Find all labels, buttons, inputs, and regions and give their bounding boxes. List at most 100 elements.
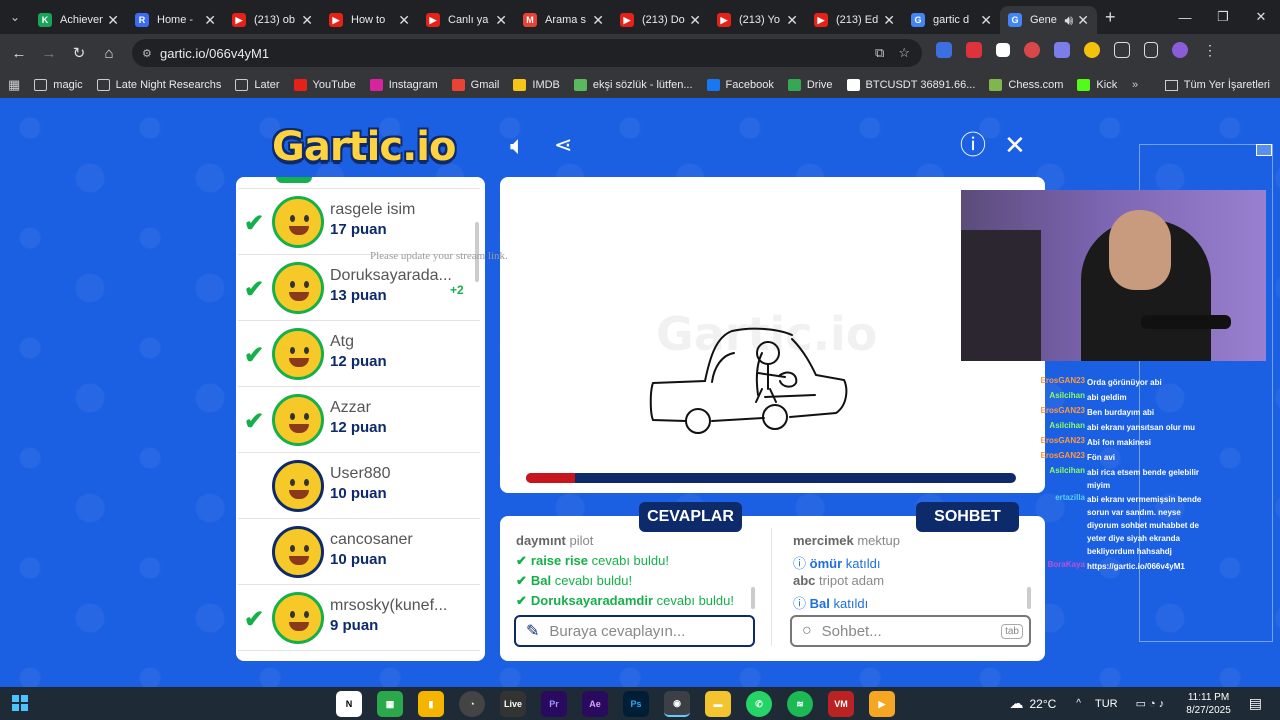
clock[interactable]: 11:11 PM 8/27/2025 bbox=[1186, 691, 1231, 717]
browser-menu-icon[interactable]: ⋮ bbox=[1202, 42, 1218, 58]
reload-button[interactable]: ↻ bbox=[64, 38, 94, 68]
browser-tab[interactable]: ▶ (213) Do ✕ bbox=[612, 6, 709, 34]
bookmark-item[interactable]: YouTube bbox=[293, 79, 356, 91]
browser-tab[interactable]: G Gene 🔊︎ ✕ bbox=[1000, 6, 1097, 34]
maximize-button[interactable]: ❐ bbox=[1204, 0, 1242, 34]
chat-input[interactable]: ○ Sohbet... tab bbox=[790, 615, 1031, 647]
more-bookmarks-icon[interactable]: » bbox=[1132, 79, 1138, 91]
forward-button[interactable]: → bbox=[34, 38, 64, 68]
bookmark-item[interactable]: magic bbox=[34, 79, 83, 91]
notion-extension-icon[interactable] bbox=[996, 43, 1010, 57]
language-indicator[interactable]: TUR bbox=[1095, 698, 1118, 710]
bookmark-item[interactable]: Kick bbox=[1077, 79, 1117, 91]
tab-close-icon[interactable]: ✕ bbox=[301, 12, 313, 29]
browser-tab[interactable]: K Achievements ✕ bbox=[30, 6, 127, 34]
chat-tab[interactable]: SOHBET bbox=[916, 502, 1019, 532]
tab-close-icon[interactable]: ✕ bbox=[883, 12, 895, 29]
file-explorer-icon[interactable]: ▬ bbox=[705, 691, 731, 717]
live-app-icon[interactable]: Live bbox=[500, 691, 526, 717]
install-app-icon[interactable]: ⧉ bbox=[875, 45, 884, 61]
tab-close-icon[interactable]: ✕ bbox=[398, 12, 410, 29]
browser-tab[interactable]: R Home - ✕ bbox=[127, 6, 224, 34]
bookmark-item[interactable]: BTCUSDT 36891.66... bbox=[846, 79, 975, 91]
browser-tab[interactable]: Ggartic d ✕ bbox=[903, 6, 1000, 34]
info-icon[interactable]: ⓘ bbox=[960, 132, 986, 158]
tab-close-icon[interactable]: ✕ bbox=[592, 12, 604, 29]
browser-tab[interactable]: ▶ (213) ob ✕ bbox=[224, 6, 321, 34]
address-bar[interactable]: ⚙ gartic.io/066v4yM1 ⧉ ☆ bbox=[132, 39, 922, 67]
apps-grid-icon[interactable]: ▦ bbox=[8, 77, 20, 93]
bookmark-item[interactable]: IMDB bbox=[513, 79, 560, 91]
tab-close-icon[interactable]: 🔊︎ ✕ bbox=[1065, 12, 1089, 29]
overlay-handle[interactable] bbox=[1256, 144, 1272, 156]
close-window-button[interactable]: ✕ bbox=[1242, 0, 1280, 34]
chat-scrollbar[interactable] bbox=[1027, 587, 1031, 609]
extension-icon[interactable] bbox=[936, 42, 952, 58]
bookmark-label: Drive bbox=[806, 79, 833, 91]
stream-chat-user: ErosGAN23 bbox=[1040, 451, 1085, 460]
tab-close-icon[interactable]: ✕ bbox=[204, 12, 216, 29]
browser-tab[interactable]: ▶ (213) Ed ✕ bbox=[806, 6, 903, 34]
whatsapp-app-icon[interactable]: ✆ bbox=[746, 691, 772, 717]
after-effects-app-icon[interactable]: Ae bbox=[582, 691, 608, 717]
bookmark-star-icon[interactable]: ☆ bbox=[898, 45, 910, 61]
chat-placeholder: Sohbet... bbox=[821, 622, 882, 640]
calendar-app-icon[interactable]: ▦ bbox=[377, 691, 403, 717]
media-control-icon[interactable] bbox=[1144, 42, 1158, 58]
tray-overflow-icon[interactable]: ^ bbox=[1076, 698, 1081, 709]
extensions-puzzle-icon[interactable] bbox=[1114, 42, 1130, 58]
home-button[interactable]: ⌂ bbox=[94, 38, 124, 68]
tab-close-icon[interactable]: ✕ bbox=[786, 12, 798, 29]
answer-text: cevabı buldu! bbox=[656, 593, 734, 608]
answers-scrollbar[interactable] bbox=[751, 587, 755, 609]
extension-icon[interactable] bbox=[1024, 42, 1040, 58]
browser-tab[interactable]: ▶ (213) Yo ✕ bbox=[709, 6, 806, 34]
bookmark-item[interactable]: Facebook bbox=[706, 79, 774, 91]
voicemeeter-app-icon[interactable]: VM bbox=[828, 691, 854, 717]
bookmark-item[interactable]: ekşi sözlük - lütfen... bbox=[573, 79, 693, 91]
site-info-icon[interactable]: ⚙ bbox=[142, 47, 152, 60]
network-volume-icons[interactable]: ▭ ◔ ♪ bbox=[1136, 697, 1165, 710]
tab-search-button[interactable]: ⌄ bbox=[0, 0, 30, 34]
all-bookmarks[interactable]: Tüm Yer İşaretleri bbox=[1164, 72, 1270, 98]
media-app-icon[interactable]: ▶ bbox=[869, 691, 895, 717]
windows-start-icon[interactable] bbox=[12, 695, 28, 711]
extension-icon[interactable] bbox=[966, 42, 982, 58]
profile-avatar[interactable] bbox=[1172, 42, 1188, 58]
back-button[interactable]: ← bbox=[4, 38, 34, 68]
premiere-app-icon[interactable]: Pr bbox=[541, 691, 567, 717]
notion-app-icon[interactable]: N bbox=[336, 691, 362, 717]
bookmark-item[interactable]: Later bbox=[235, 79, 280, 91]
bookmark-item[interactable]: Late Night Researchs bbox=[96, 79, 221, 91]
tab-close-icon[interactable]: ✕ bbox=[107, 12, 119, 29]
notification-icon[interactable]: ▤ bbox=[1249, 695, 1262, 712]
answer-input[interactable]: ✎ Buraya cevaplayın... bbox=[514, 615, 755, 647]
tab-close-icon[interactable]: ✕ bbox=[689, 12, 701, 29]
browser-tab[interactable]: ▶ Canlı ya ✕ bbox=[418, 6, 515, 34]
player-avatar bbox=[272, 394, 324, 446]
photoshop-app-icon[interactable]: Ps bbox=[623, 691, 649, 717]
tab-favicon-icon: ▶ bbox=[620, 13, 634, 27]
tab-close-icon[interactable]: ✕ bbox=[495, 12, 507, 29]
browser-tab[interactable]: M Arama s ✕ bbox=[515, 6, 612, 34]
minimize-button[interactable]: — bbox=[1166, 0, 1204, 34]
weather-temp[interactable]: 22°C bbox=[1029, 697, 1056, 711]
bookmark-item[interactable]: Drive bbox=[787, 79, 833, 91]
browser-tab[interactable]: ▶ How to ✕ bbox=[321, 6, 418, 34]
extension-icon[interactable] bbox=[1084, 42, 1100, 58]
notes-app-icon[interactable]: ▮ bbox=[418, 691, 444, 717]
chrome-app-icon[interactable]: ◉ bbox=[664, 691, 690, 717]
bookmark-item[interactable]: Instagram bbox=[369, 79, 438, 91]
streamer-face bbox=[1109, 210, 1171, 290]
spotify-app-icon[interactable]: ≋ bbox=[787, 691, 813, 717]
answers-tab[interactable]: CEVAPLAR bbox=[639, 502, 742, 532]
extension-icon[interactable] bbox=[1054, 42, 1070, 58]
new-tab-button[interactable]: + bbox=[1105, 7, 1116, 28]
bookmark-item[interactable]: Chess.com bbox=[989, 79, 1063, 91]
share-icon[interactable]: ⋖ bbox=[554, 132, 572, 158]
tab-close-icon[interactable]: ✕ bbox=[980, 12, 992, 29]
exit-icon[interactable]: ✕ bbox=[1004, 132, 1026, 158]
bookmark-item[interactable]: Gmail bbox=[451, 79, 499, 91]
obs-app-icon[interactable]: ◔ bbox=[459, 691, 485, 717]
sound-icon[interactable]: 🔈︎ bbox=[510, 132, 526, 158]
